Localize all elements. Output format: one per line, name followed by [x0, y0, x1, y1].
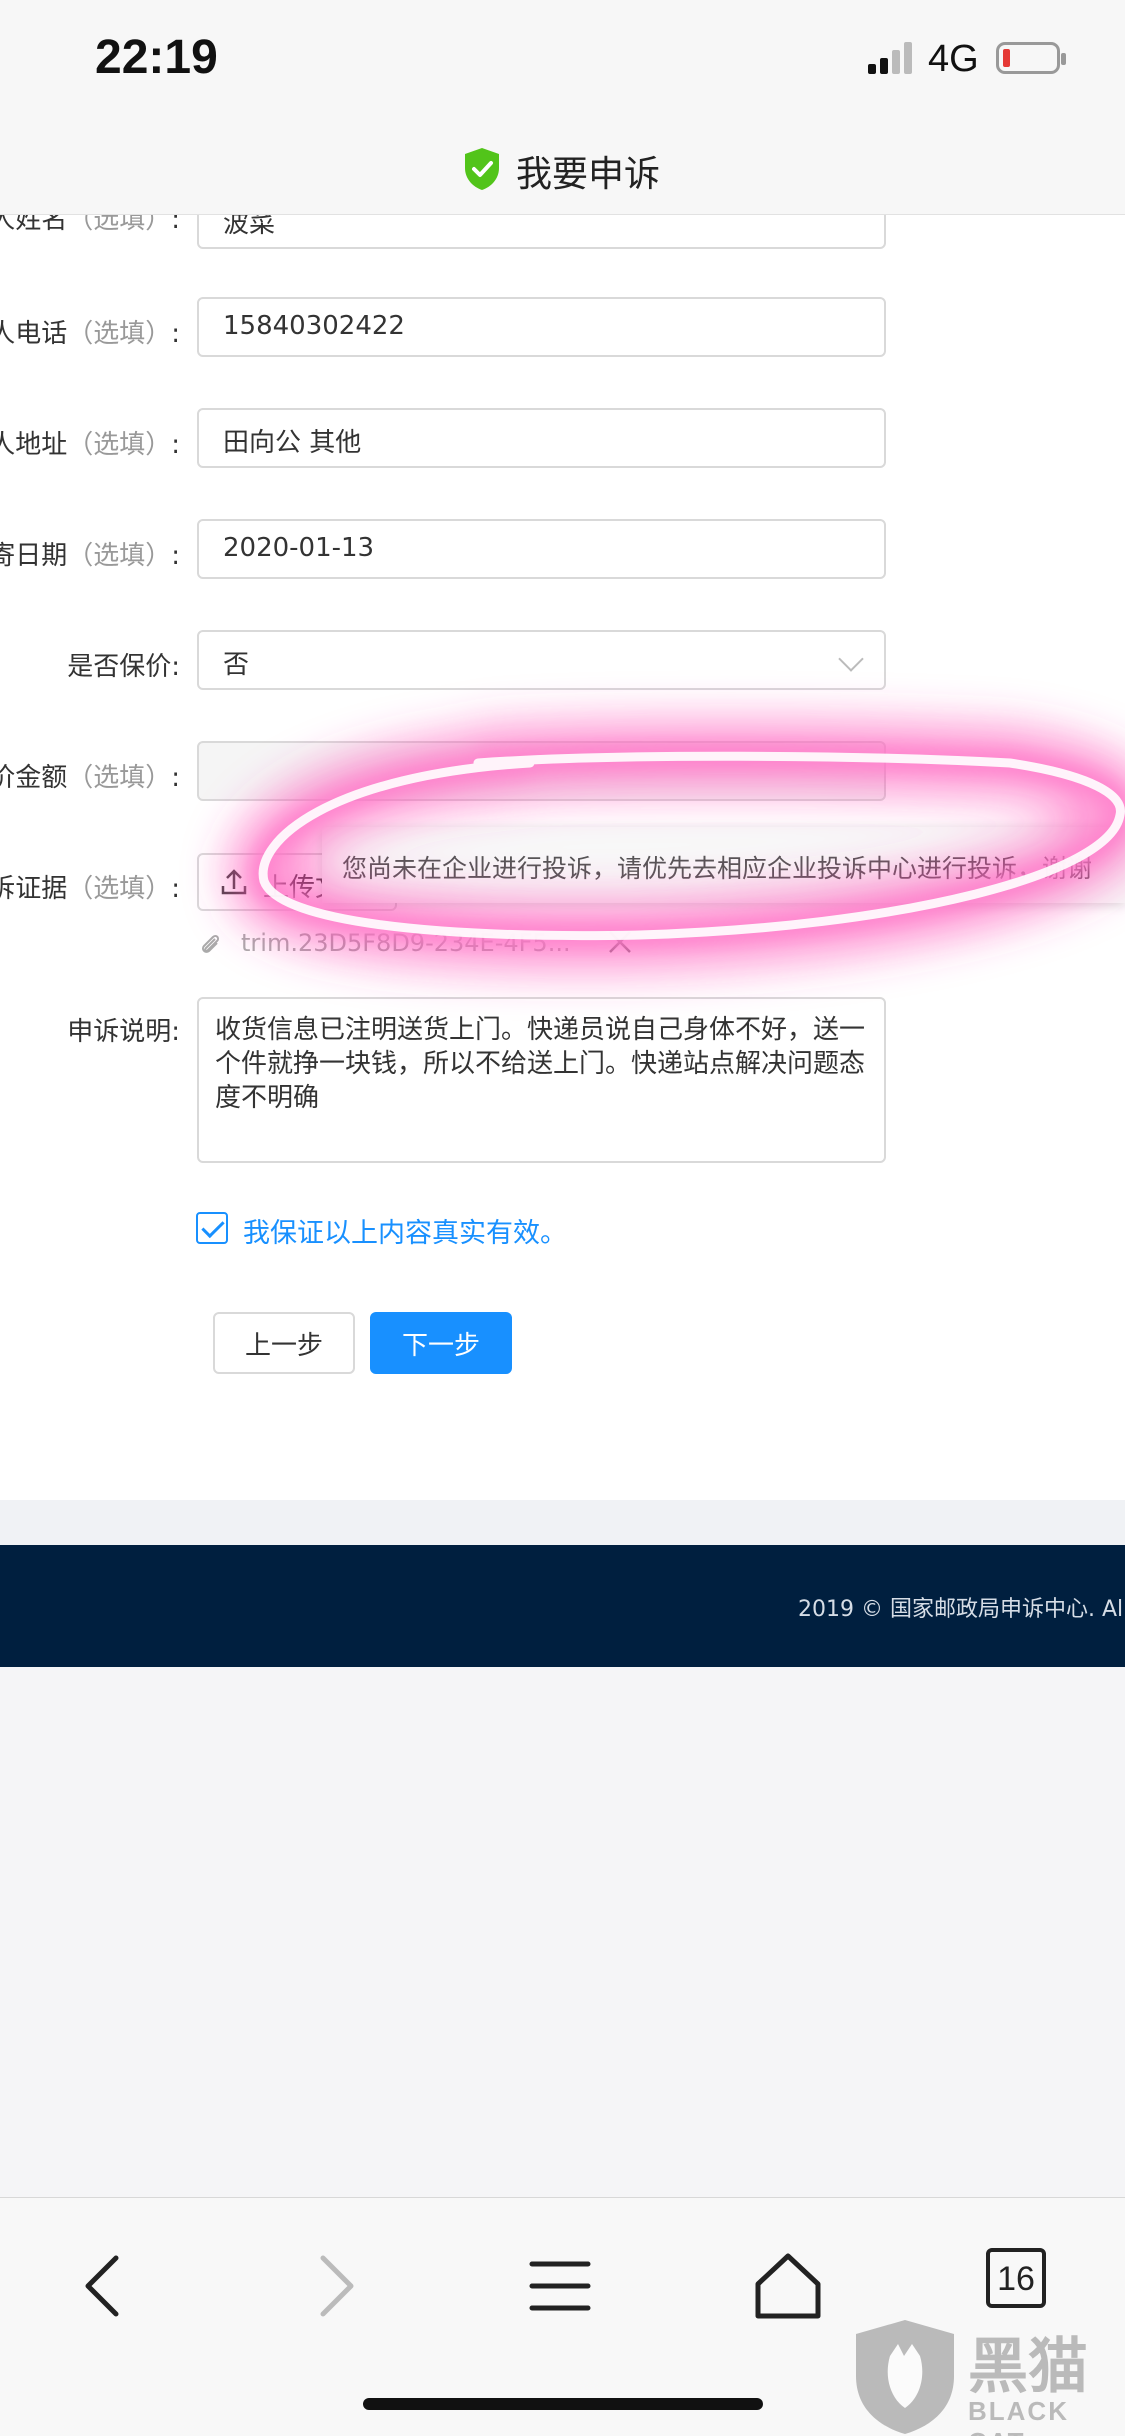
name-label: 人姓名（选填）: [0, 215, 180, 235]
shield-check-icon [465, 148, 499, 190]
agree-label[interactable]: 我保证以上内容真实有效。 [243, 1211, 567, 1250]
insured-value: 否 [223, 650, 250, 680]
home-icon[interactable] [748, 2246, 828, 2326]
insured-select[interactable]: 否 [197, 630, 886, 690]
phone-label: 人电话（选填）: [0, 319, 180, 349]
upload-icon [221, 869, 247, 895]
uploaded-file: trim.23D5F8D9-234E-4F5... [197, 927, 647, 967]
status-bar: 22:19 4G [0, 0, 1125, 120]
signal-icon [868, 42, 916, 74]
back-arrow-icon[interactable] [64, 2246, 144, 2326]
send-date-field[interactable]: 2020-01-13 [197, 519, 886, 579]
home-indicator[interactable] [363, 2398, 763, 2410]
description-textarea[interactable]: 收货信息已注明送货上门。快递员说自己身体不好，送一个件就挣一块钱，所以不给送上门… [197, 997, 886, 1163]
prev-button[interactable]: 上一步 [213, 1312, 355, 1374]
evidence-label: 诉证据（选填）: [0, 874, 180, 904]
cat-shield-icon [856, 2320, 954, 2434]
description-label: 申诉说明: [67, 1017, 180, 1047]
next-button[interactable]: 下一步 [370, 1312, 512, 1374]
status-time: 22:19 [95, 31, 218, 84]
paperclip-icon [201, 934, 220, 953]
footer-gap [0, 1500, 1125, 1545]
address-label: 人地址（选填）: [0, 430, 180, 460]
chevron-down-icon [838, 646, 864, 672]
footer-copyright: 2019 © 国家邮政局申诉中心. All [798, 1597, 1125, 1622]
watermark-logo: 黑猫 BLACK CAT [850, 2316, 1125, 2436]
phone-field[interactable]: 15840302422 [197, 297, 886, 357]
close-icon[interactable] [605, 927, 635, 957]
network-type: 4G [928, 38, 979, 80]
watermark-text-cn: 黑猫 [968, 2332, 1088, 2402]
name-field[interactable]: 波菜 [197, 215, 886, 249]
complaint-form: 人姓名（选填）: 波菜 人电话（选填）: 15840302422 人地址（选填）… [0, 215, 1125, 1500]
tabs-count-button[interactable]: 16 [986, 2248, 1046, 2308]
send-date-label: 寄日期（选填）: [0, 541, 180, 571]
file-name: trim.23D5F8D9-234E-4F5... [241, 929, 571, 957]
page-title: 我要申诉 [516, 154, 661, 195]
insured-label: 是否保价: [67, 652, 180, 682]
agree-checkbox[interactable] [196, 1212, 228, 1244]
forward-arrow-icon[interactable] [295, 2246, 375, 2326]
menu-icon[interactable] [520, 2246, 600, 2326]
site-footer: 2019 © 国家邮政局申诉中心. All [0, 1545, 1125, 1667]
watermark-text-en: BLACK CAT [968, 2396, 1069, 2436]
address-field[interactable]: 田向公 其他 [197, 408, 886, 468]
page-header: 我要申诉 [0, 120, 1125, 215]
insured-amount-label: 价金额（选填）: [0, 763, 180, 793]
tooltip-message: 您尚未在企业进行投诉，请优先去相应企业投诉中心进行投诉，谢谢 [322, 827, 1125, 903]
insured-amount-field[interactable] [197, 741, 886, 801]
battery-icon [996, 42, 1066, 74]
